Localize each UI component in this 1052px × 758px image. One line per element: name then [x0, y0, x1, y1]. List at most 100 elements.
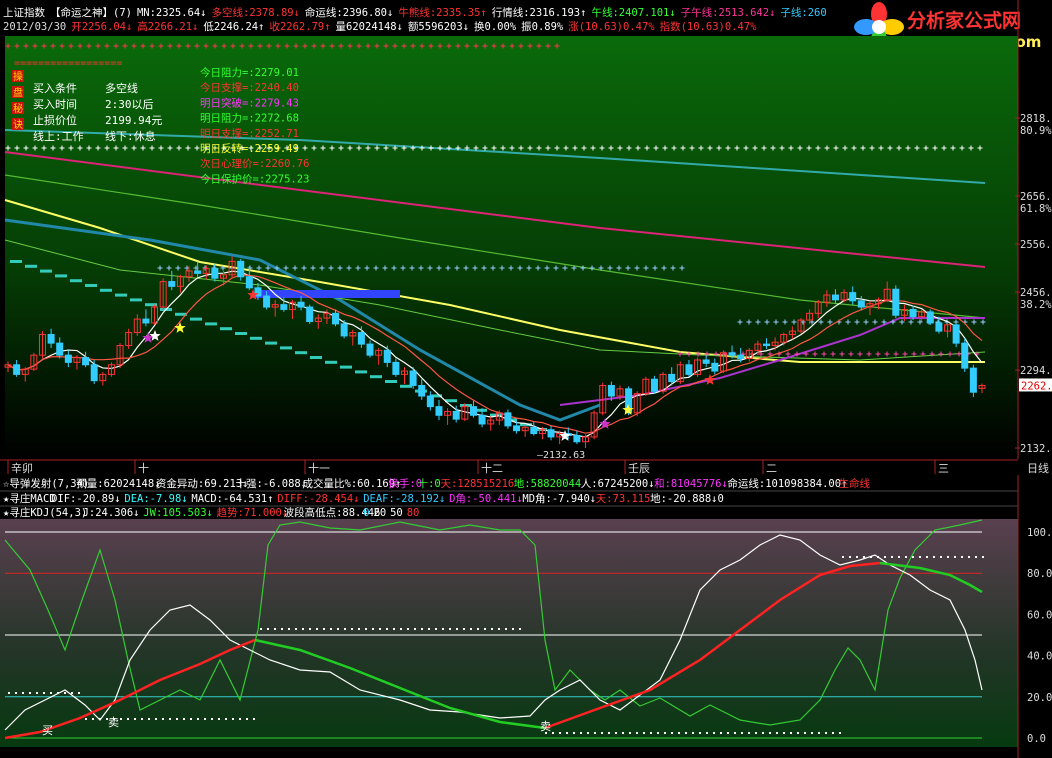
dot	[260, 628, 262, 630]
candle-body[interactable]	[831, 294, 839, 301]
candle-body[interactable]	[892, 288, 900, 316]
candle-body[interactable]	[763, 343, 771, 347]
dot	[505, 628, 507, 630]
candle-body[interactable]	[90, 364, 98, 382]
candle-body[interactable]	[969, 367, 977, 393]
support-level: 明日阻力=:2272.68	[200, 112, 299, 125]
candle-body[interactable]	[340, 323, 348, 337]
dot	[344, 628, 346, 630]
indicator-field: ★寻庄KDJ(54,3)	[3, 506, 87, 519]
dot	[309, 628, 311, 630]
dot	[706, 732, 708, 734]
candle-body[interactable]	[82, 357, 90, 366]
candle-body[interactable]	[280, 304, 288, 310]
dot	[372, 628, 374, 630]
candle-body[interactable]	[56, 342, 64, 356]
candle-body[interactable]	[530, 426, 538, 435]
candle-body[interactable]	[168, 281, 176, 287]
date-label: 十一	[308, 461, 330, 475]
indicator-field: J:24.306↓	[83, 507, 140, 519]
candle-body[interactable]	[383, 349, 391, 363]
dot	[8, 692, 10, 694]
dot	[470, 628, 472, 630]
kdj-axis-label: 60.0	[1027, 609, 1052, 621]
candle-body[interactable]	[702, 359, 710, 364]
candle-body[interactable]	[194, 270, 202, 274]
kdj-axis-label: 100.0	[1027, 527, 1052, 539]
candle-body[interactable]	[426, 395, 434, 408]
candle-body[interactable]	[668, 373, 676, 383]
candle-body[interactable]	[452, 410, 460, 420]
stock-chart[interactable]: 2818.80.9% 2656.61.8% 2556. 2456.38.2% 2294.…	[0, 0, 1052, 758]
candle-body[interactable]	[737, 354, 745, 360]
dot	[148, 718, 150, 720]
stair-mark	[130, 298, 142, 302]
kdj-axis-label: 40.0	[1027, 651, 1052, 663]
candle-body[interactable]	[478, 414, 486, 425]
candle-body[interactable]	[685, 364, 693, 375]
candle-body[interactable]	[297, 301, 305, 308]
price-axis-label: 2456.	[1020, 287, 1052, 299]
candle-body[interactable]	[263, 295, 271, 308]
dot	[92, 718, 94, 720]
candle-body[interactable]	[47, 333, 55, 344]
dot	[120, 718, 122, 720]
dot	[239, 718, 241, 720]
support-level: 今日阻力=:2279.01	[200, 66, 299, 79]
candle-body[interactable]	[64, 354, 72, 363]
candle-body[interactable]	[409, 370, 417, 386]
candle-body[interactable]	[211, 268, 219, 279]
candle-body[interactable]	[909, 308, 917, 318]
candle-body[interactable]	[357, 332, 365, 345]
candle-body[interactable]	[926, 311, 934, 324]
candle-body[interactable]	[418, 384, 426, 397]
candle-body[interactable]	[306, 306, 314, 322]
price-axis-pct: 61.8%	[1020, 203, 1052, 215]
support-level: 次日心理价=:2260.76	[200, 157, 309, 170]
info-key: 止损价位	[33, 113, 77, 127]
dot	[933, 556, 935, 558]
dot	[790, 732, 792, 734]
candle-body[interactable]	[237, 260, 245, 278]
support-level: 明日反转=:2259.49	[200, 142, 299, 155]
candle-body[interactable]	[650, 378, 658, 392]
candle-body[interactable]	[245, 276, 253, 289]
candle-body[interactable]	[142, 318, 150, 324]
candle-body[interactable]	[547, 429, 555, 438]
candle-body[interactable]	[504, 412, 512, 427]
dot	[650, 732, 652, 734]
candle-body[interactable]	[13, 364, 21, 375]
candle-body[interactable]	[849, 292, 857, 302]
candle-body[interactable]	[607, 384, 615, 397]
candle-body[interactable]	[366, 343, 374, 356]
candle-body[interactable]	[332, 312, 340, 325]
candle-body[interactable]	[573, 434, 581, 443]
dot	[580, 732, 582, 734]
candle-body[interactable]	[935, 322, 943, 332]
indicator-field: DEAF:-28.192↓	[363, 493, 445, 505]
candle-body[interactable]	[392, 361, 400, 375]
dot	[204, 718, 206, 720]
candle-body[interactable]	[961, 342, 969, 369]
buy-signal: 买	[42, 724, 53, 737]
dot	[891, 556, 893, 558]
dot	[463, 628, 465, 630]
dot	[594, 732, 596, 734]
kdj-dots	[842, 556, 984, 558]
dot	[302, 628, 304, 630]
dot	[713, 732, 715, 734]
dot	[274, 628, 276, 630]
dot	[484, 628, 486, 630]
info-value: 多空线	[105, 81, 138, 95]
kdj-panel-bg	[0, 519, 1018, 747]
candle-body[interactable]	[952, 324, 960, 344]
candle-body[interactable]	[435, 406, 443, 416]
candle-body[interactable]	[711, 362, 719, 372]
candle-body[interactable]	[469, 406, 477, 416]
candle-body[interactable]	[857, 300, 865, 308]
dot	[919, 556, 921, 558]
stair-mark	[370, 375, 382, 379]
candle-body[interactable]	[513, 425, 521, 432]
dot	[78, 692, 80, 694]
candle-body[interactable]	[728, 352, 736, 356]
